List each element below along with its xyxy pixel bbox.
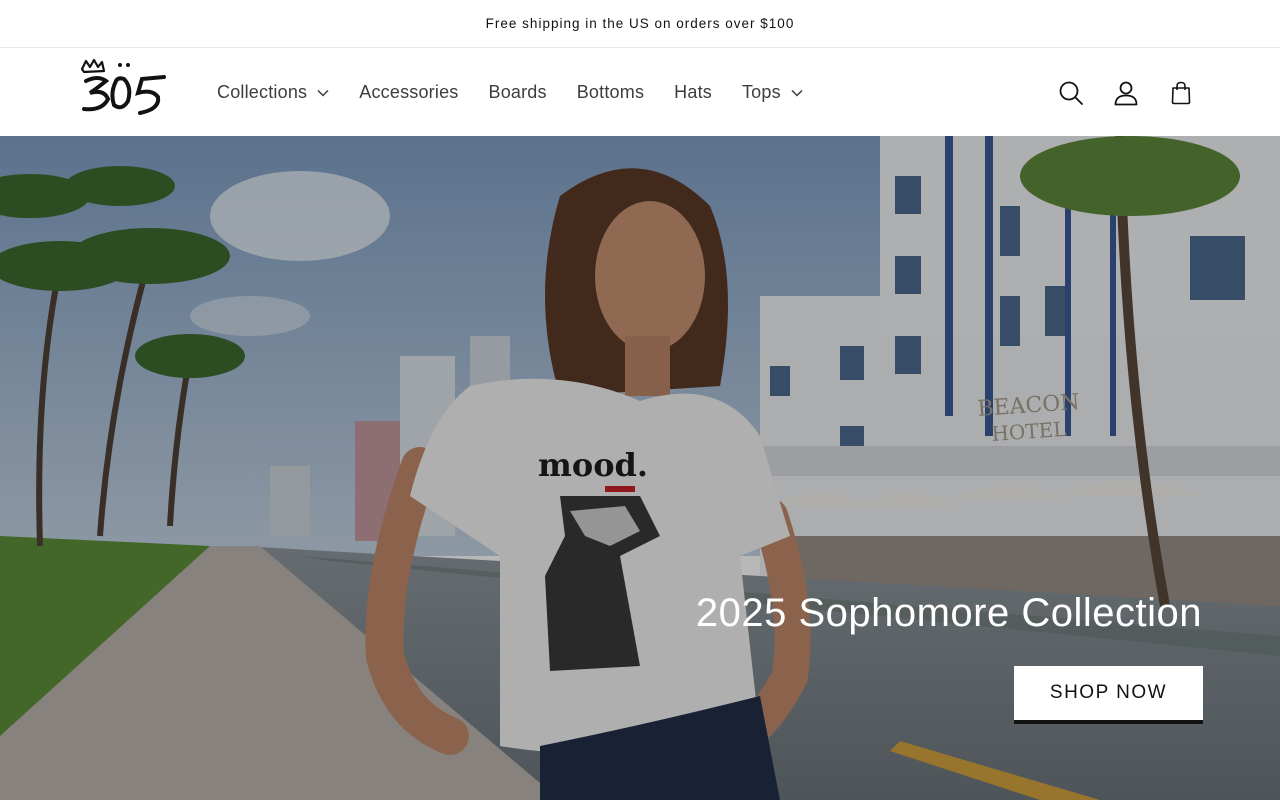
nav-item-tops[interactable]: Tops bbox=[742, 82, 803, 103]
chevron-down-icon bbox=[791, 89, 803, 97]
nav-item-accessories[interactable]: Accessories bbox=[359, 82, 458, 103]
search-icon[interactable] bbox=[1058, 80, 1084, 106]
nav-item-label: Boards bbox=[488, 82, 547, 102]
nav-item-label: Hats bbox=[674, 82, 712, 102]
header-icons bbox=[1029, 49, 1194, 136]
chevron-down-icon bbox=[317, 89, 329, 97]
announcement-bar: Free shipping in the US on orders over $… bbox=[0, 0, 1280, 48]
site-header: Collections Accessories Boards Bottoms H… bbox=[0, 49, 1280, 136]
nav-item-boards[interactable]: Boards bbox=[488, 82, 546, 103]
nav-item-label: Bottoms bbox=[576, 82, 645, 102]
nav-item-label: Collections bbox=[217, 82, 308, 102]
nav-item-label: Tops bbox=[741, 82, 781, 102]
shop-now-button[interactable]: SHOP NOW bbox=[1014, 666, 1203, 724]
nav-item-bottoms[interactable]: Bottoms bbox=[577, 82, 644, 103]
hero-banner: BEACON HOTEL mood. 2025 Sophomore Collec… bbox=[0, 136, 1280, 800]
main-nav: Collections Accessories Boards Bottoms H… bbox=[217, 49, 833, 136]
nav-item-hats[interactable]: Hats bbox=[674, 82, 712, 103]
nav-item-collections[interactable]: Collections bbox=[217, 82, 329, 103]
announcement-text: Free shipping in the US on orders over $… bbox=[485, 16, 795, 31]
cart-icon[interactable] bbox=[1168, 80, 1194, 106]
account-icon[interactable] bbox=[1113, 80, 1139, 106]
logo[interactable] bbox=[76, 57, 172, 117]
hero-title: 2025 Sophomore Collection bbox=[695, 591, 1202, 635]
nav-item-label: Accessories bbox=[359, 82, 459, 102]
